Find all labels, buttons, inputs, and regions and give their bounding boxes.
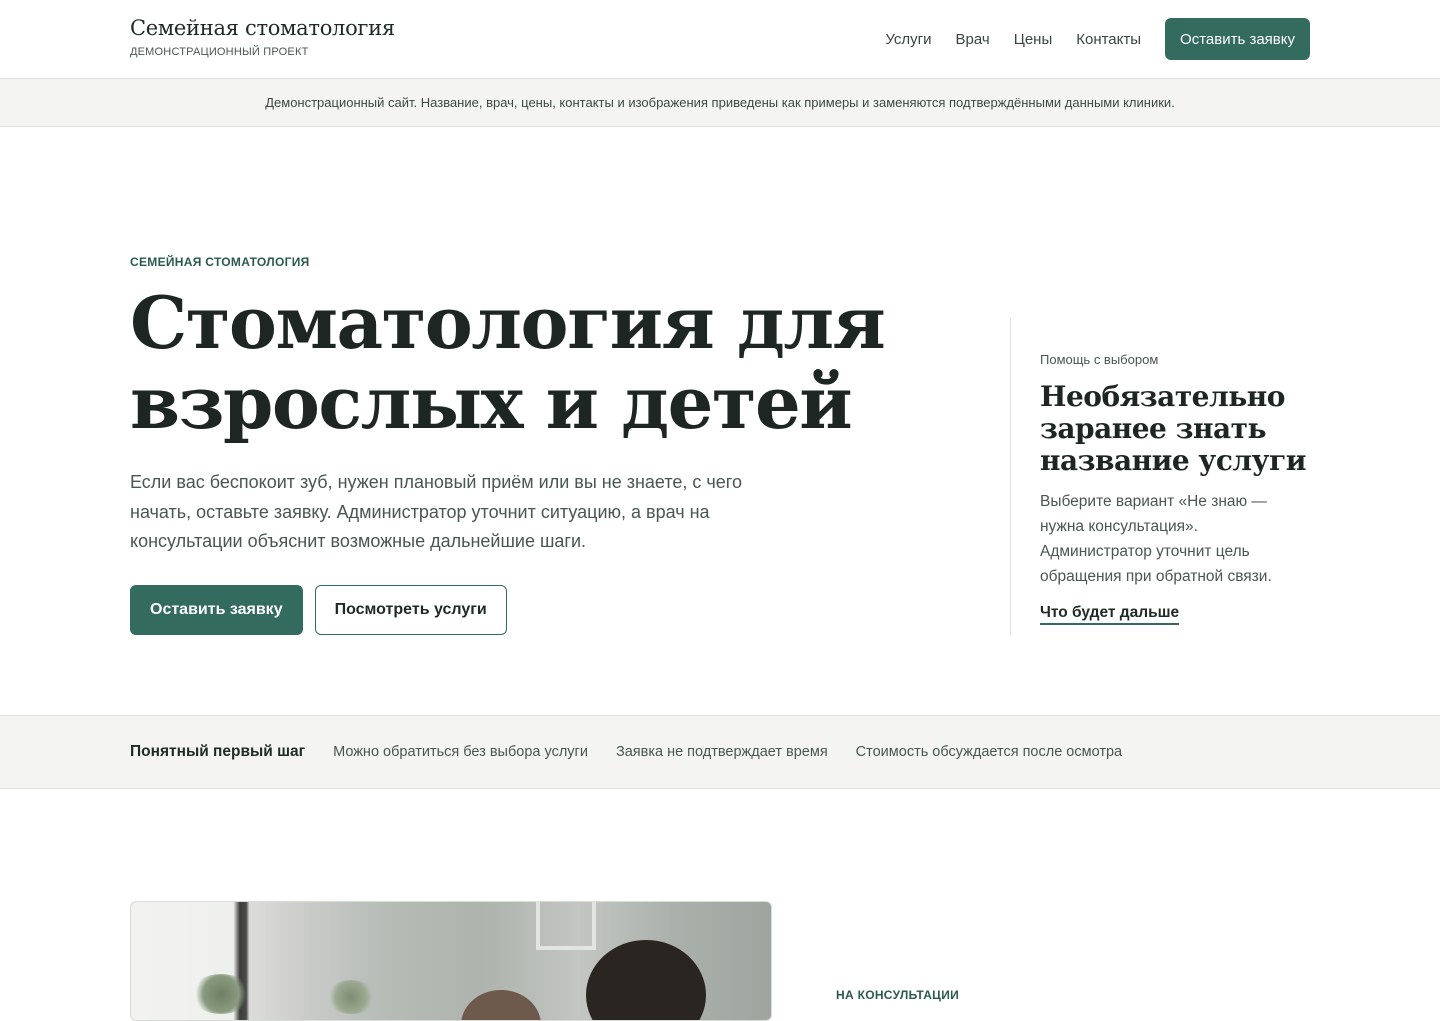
view-services-button[interactable]: Посмотреть услуги xyxy=(314,585,507,635)
brand[interactable]: Семейная стоматология ДЕМОНСТРАЦИОННЫЙ П… xyxy=(130,16,395,58)
strip-item: Заявка не подтверждает время xyxy=(615,744,828,760)
nav-link-contacts[interactable]: Контакты xyxy=(1076,31,1141,48)
help-text: Выберите вариант «Не знаю — нужна консул… xyxy=(1040,493,1272,585)
help-label: Помощь с выбором xyxy=(1040,352,1159,367)
main-nav: Услуги Врач Цены Контакты Оставить заявк… xyxy=(885,18,1310,60)
nav-link-services[interactable]: Услуги xyxy=(885,31,931,48)
site-header: Семейная стоматология ДЕМОНСТРАЦИОННЫЙ П… xyxy=(0,0,1440,79)
help-title: Необязательно заранее знать название усл… xyxy=(1040,380,1307,477)
demo-notice-text: Демонстрационный сайт. Название, врач, ц… xyxy=(265,95,1175,110)
photo-window-frame xyxy=(536,902,596,950)
photo-person xyxy=(586,940,706,1020)
consultation-photo xyxy=(130,901,772,1021)
hero-eyebrow: СЕМЕЙНАЯ СТОМАТОЛОГИЯ xyxy=(130,255,310,269)
brand-title[interactable]: Семейная стоматология xyxy=(130,16,395,40)
hero-request-button[interactable]: Оставить заявку xyxy=(130,585,303,635)
photo-plant xyxy=(326,980,376,1014)
strip-title: Понятный первый шаг xyxy=(130,743,306,760)
strip-item: Стоимость обсуждается после осмотра xyxy=(855,744,1123,760)
hero-actions: Оставить заявку Посмотреть услуги xyxy=(130,585,507,635)
photo-person xyxy=(461,990,541,1020)
help-aside: Помощь с выбором Необязательно заранее з… xyxy=(1010,318,1310,635)
photo-plant xyxy=(191,974,251,1014)
demo-notice-bar: Демонстрационный сайт. Название, врач, ц… xyxy=(0,79,1440,127)
nav-link-prices[interactable]: Цены xyxy=(1014,31,1053,48)
what-next-link[interactable]: Что будет дальше xyxy=(1040,603,1180,625)
brand-subtitle: ДЕМОНСТРАЦИОННЫЙ ПРОЕКТ xyxy=(130,46,309,58)
header-request-button[interactable]: Оставить заявку xyxy=(1165,18,1310,60)
strip-item: Можно обратиться без выбора услуги xyxy=(333,744,588,760)
hero-title: Стоматология для взрослых и детей xyxy=(130,280,886,445)
hero-description: Если вас беспокоит зуб, нужен плановый п… xyxy=(130,472,742,551)
first-step-strip: Понятный первый шаг Можно обратиться без… xyxy=(0,715,1440,789)
nav-link-doctor[interactable]: Врач xyxy=(956,31,990,48)
